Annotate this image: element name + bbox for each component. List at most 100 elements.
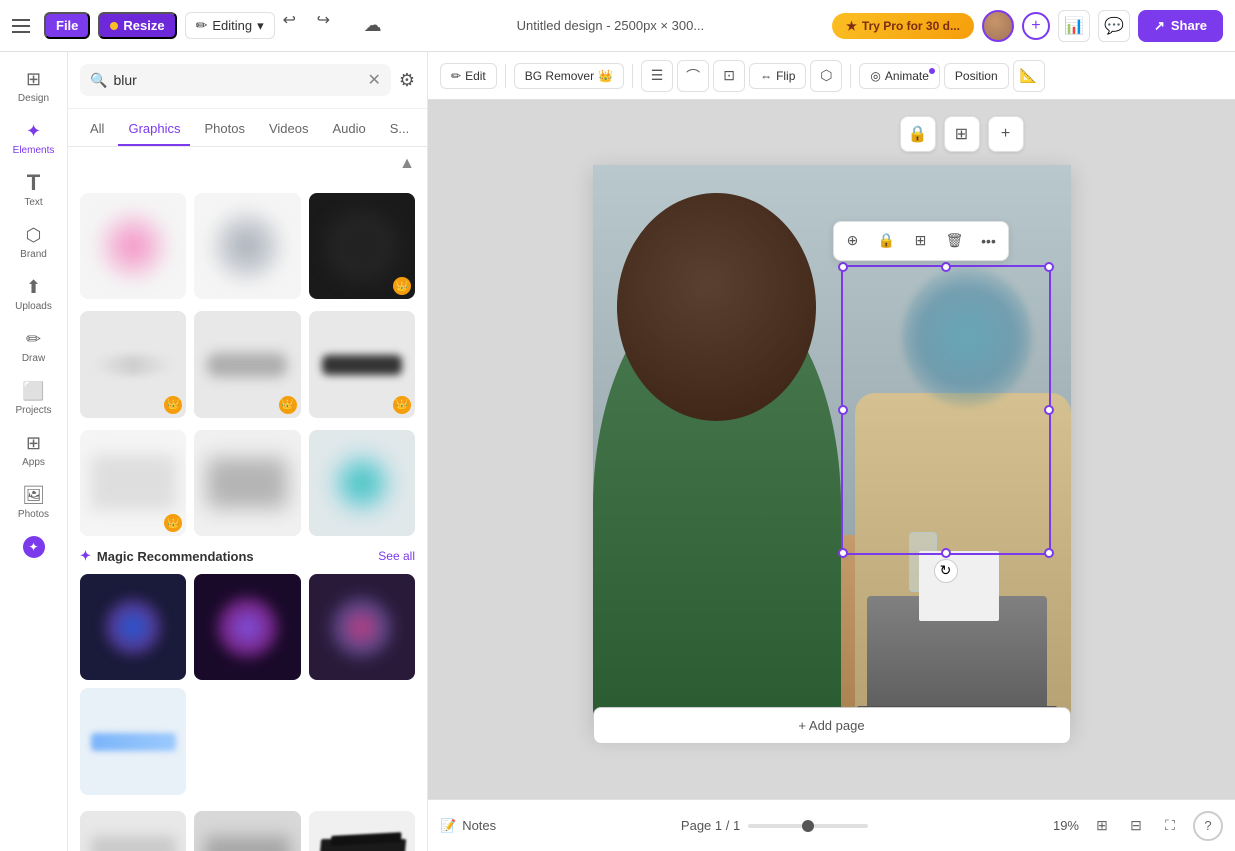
- list-item[interactable]: [80, 811, 186, 851]
- topbar-right: ★ Try Pro for 30 d... + 📊 💬 ↗ Share: [832, 10, 1223, 42]
- star-icon: ★: [846, 19, 857, 33]
- sidebar-item-draw[interactable]: ✏ Draw: [0, 320, 67, 372]
- blur-line-light-graphic: [93, 355, 173, 375]
- undo-button[interactable]: ↩: [283, 10, 315, 42]
- file-menu-button[interactable]: File: [44, 12, 90, 39]
- list-item[interactable]: [80, 193, 186, 299]
- flip-label: Flip: [776, 69, 795, 83]
- flip-button[interactable]: ⇔ Flip: [749, 63, 806, 89]
- element-lock-button[interactable]: 🔒: [872, 226, 902, 256]
- group-button[interactable]: ⊞: [944, 116, 980, 152]
- corner-button[interactable]: ⌒: [677, 60, 709, 92]
- list-item[interactable]: 👑: [194, 311, 300, 417]
- sidebar-item-uploads[interactable]: ⬆ Uploads: [0, 268, 67, 320]
- sidebar-item-label: Photos: [18, 509, 49, 520]
- notebook: [919, 551, 999, 621]
- see-all-button[interactable]: See all: [378, 549, 415, 563]
- blur-rect-light-graphic: [91, 455, 176, 510]
- transparency-icon: ⬡: [820, 67, 832, 84]
- page-info: Page 1 / 1: [504, 818, 1045, 833]
- sidebar-item-text[interactable]: T Text: [0, 164, 67, 216]
- element-add-button[interactable]: ⊕: [838, 226, 868, 256]
- rec-blue-graphic: [103, 597, 163, 657]
- crown-badge: 👑: [279, 396, 297, 414]
- bg-remover-button[interactable]: BG Remover 👑: [514, 63, 624, 89]
- more-options-button[interactable]: 📐: [1013, 60, 1045, 92]
- rec-purple-graphic: [215, 595, 280, 660]
- lines-button[interactable]: ☰: [641, 60, 673, 92]
- list-item[interactable]: [309, 430, 415, 536]
- redo-button[interactable]: ↪: [317, 10, 349, 42]
- lock-button[interactable]: 🔒: [900, 116, 936, 152]
- resize-button[interactable]: Resize: [98, 12, 176, 39]
- tab-audio[interactable]: Audio: [322, 113, 375, 146]
- animate-dot: [929, 68, 935, 74]
- cloud-save-button[interactable]: ☁: [357, 10, 389, 42]
- edit-button[interactable]: ✏ Edit: [440, 63, 497, 89]
- panel-content: 👑 👑 👑 👑: [68, 181, 427, 851]
- transparency-button[interactable]: ⬡: [810, 60, 842, 92]
- list-item[interactable]: [80, 574, 186, 680]
- list-item[interactable]: [309, 574, 415, 680]
- clear-search-button[interactable]: ✕: [367, 70, 380, 90]
- main-layout: ⊞ Design ✦ Elements T Text ⬡ Brand ⬆ Upl…: [0, 52, 1235, 851]
- element-copy-button[interactable]: ⊞: [906, 226, 936, 256]
- tab-all[interactable]: All: [80, 113, 114, 146]
- add-page-button[interactable]: + Add page: [593, 707, 1071, 744]
- sidebar-item-photos[interactable]: 🖼 Photos: [0, 476, 67, 528]
- sidebar-item-elements[interactable]: ✦ Elements: [0, 112, 67, 164]
- list-item[interactable]: [194, 574, 300, 680]
- ruler-icon: 📐: [1020, 67, 1037, 84]
- projects-icon: ⬜: [23, 380, 45, 402]
- crop-button[interactable]: ⊡: [713, 60, 745, 92]
- tab-videos[interactable]: Videos: [259, 113, 319, 146]
- tab-photos[interactable]: Photos: [194, 113, 254, 146]
- list-item[interactable]: 👑: [80, 311, 186, 417]
- share-button[interactable]: ↗ Share: [1138, 10, 1223, 42]
- collapse-panel-button[interactable]: ▲: [395, 151, 419, 177]
- list-item[interactable]: [80, 688, 186, 794]
- sidebar-item-magic[interactable]: ✦: [0, 528, 67, 566]
- fullscreen-button[interactable]: ⛶: [1155, 811, 1185, 841]
- list-item[interactable]: [194, 811, 300, 851]
- list-item[interactable]: [194, 193, 300, 299]
- comments-button[interactable]: 💬: [1098, 10, 1130, 42]
- animate-button[interactable]: ◎ Animate: [859, 63, 940, 89]
- lines-icon: ☰: [651, 67, 664, 84]
- help-button[interactable]: ?: [1193, 811, 1223, 841]
- try-pro-button[interactable]: ★ Try Pro for 30 d...: [832, 13, 974, 39]
- tab-graphics[interactable]: Graphics: [118, 113, 190, 146]
- sidebar-item-apps[interactable]: ⊞ Apps: [0, 424, 67, 476]
- timeline-bar[interactable]: [748, 824, 868, 828]
- element-delete-button[interactable]: 🗑: [940, 226, 970, 256]
- list-item[interactable]: 👑: [80, 430, 186, 536]
- toolbar-separator-3: [850, 64, 851, 88]
- flip-icon: ⇔: [760, 69, 772, 83]
- list-item[interactable]: [194, 430, 300, 536]
- crown-badge: 👑: [164, 514, 182, 532]
- notes-button[interactable]: 📝 Notes: [440, 818, 496, 834]
- list-item[interactable]: 👑: [309, 311, 415, 417]
- element-more-button[interactable]: •••: [974, 226, 1004, 256]
- sidebar-item-design[interactable]: ⊞ Design: [0, 60, 67, 112]
- sidebar-item-projects[interactable]: ⬜ Projects: [0, 372, 67, 424]
- analytics-button[interactable]: 📊: [1058, 10, 1090, 42]
- tab-shapes[interactable]: S...: [380, 113, 420, 146]
- menu-icon[interactable]: [12, 14, 36, 38]
- toolbar-separator: [505, 64, 506, 88]
- filter-button[interactable]: ⚙: [399, 70, 415, 91]
- sidebar-item-label: Text: [24, 197, 42, 208]
- avatar[interactable]: [982, 10, 1014, 42]
- tile-view-button[interactable]: ⊟: [1121, 811, 1151, 841]
- sidebar-item-brand[interactable]: ⬡ Brand: [0, 216, 67, 268]
- invite-button[interactable]: +: [1022, 12, 1050, 40]
- list-item[interactable]: 👑: [309, 193, 415, 299]
- editing-button[interactable]: ✏ Editing ▾: [185, 12, 275, 39]
- crown-badge: 👑: [393, 277, 411, 295]
- add-element-button[interactable]: +: [988, 116, 1024, 152]
- timeline-thumb[interactable]: [802, 820, 814, 832]
- grid-view-button[interactable]: ⊞: [1087, 811, 1117, 841]
- list-item[interactable]: [309, 811, 415, 851]
- position-button[interactable]: Position: [944, 63, 1009, 89]
- search-input[interactable]: [113, 72, 361, 88]
